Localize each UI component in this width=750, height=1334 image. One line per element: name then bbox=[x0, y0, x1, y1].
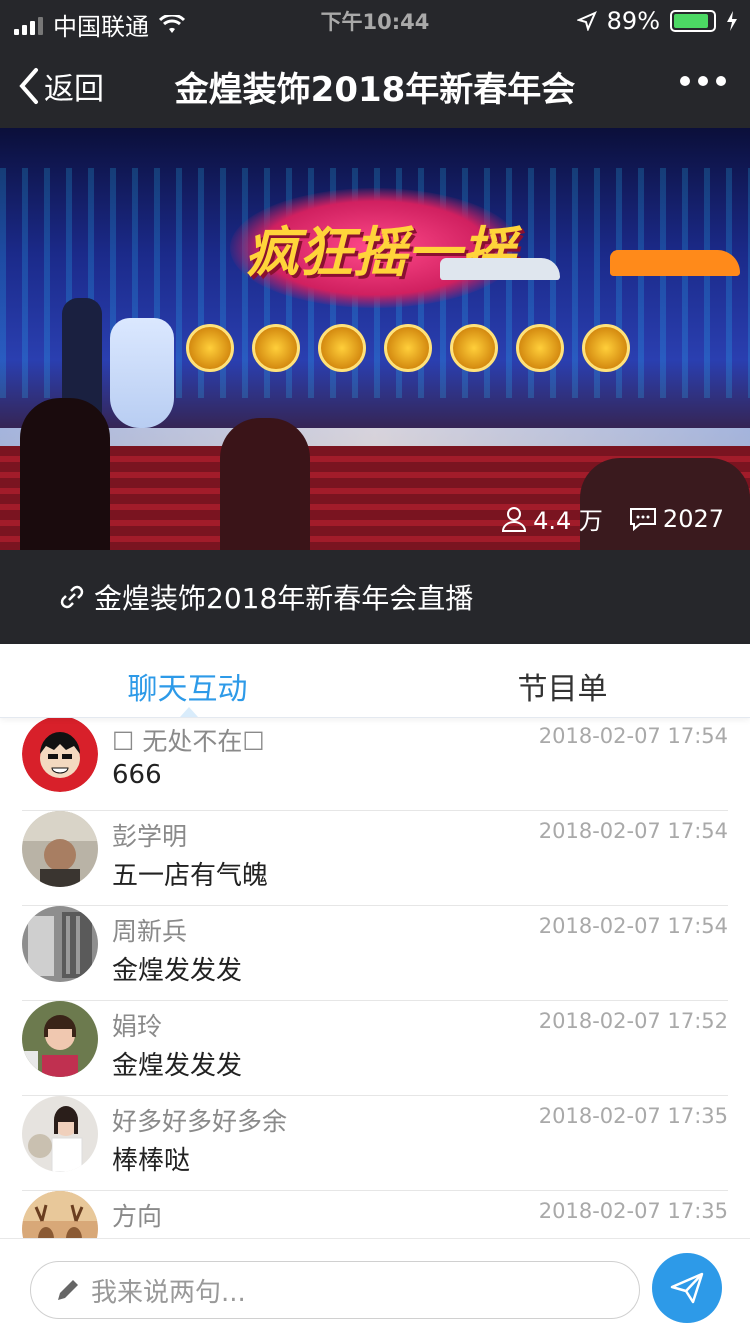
chat-timestamp: 2018-02-07 17:54 bbox=[538, 724, 728, 748]
car-graphic bbox=[610, 250, 740, 276]
page-title: 金煌装饰2018年新春年会 bbox=[174, 70, 576, 110]
chat-username: 娟玲 bbox=[112, 1012, 163, 1041]
avatar bbox=[22, 1096, 98, 1172]
chat-timestamp: 2018-02-07 17:52 bbox=[538, 1009, 728, 1033]
video-stats: 4.4 万 2027 bbox=[501, 501, 724, 536]
more-dot-icon bbox=[680, 76, 690, 86]
avatar bbox=[22, 718, 98, 792]
medal-icon bbox=[186, 324, 234, 372]
viewer-count-label: 4.4 万 bbox=[533, 507, 603, 535]
comment-count-label: 2027 bbox=[662, 504, 724, 533]
more-dot-icon bbox=[698, 76, 708, 86]
chat-username: 方向 bbox=[112, 1202, 163, 1231]
viewer-count: 4.4 万 bbox=[501, 501, 603, 536]
chat-item: 彭学明 2018-02-07 17:54 五一店有气魄 bbox=[22, 811, 728, 906]
audience-figure bbox=[220, 418, 310, 550]
more-button[interactable] bbox=[680, 76, 726, 86]
chat-timestamp: 2018-02-07 17:54 bbox=[538, 914, 728, 938]
avatar bbox=[22, 906, 98, 982]
more-dot-icon bbox=[716, 76, 726, 86]
chat-item: 好多好多好多余 2018-02-07 17:35 棒棒哒 bbox=[22, 1096, 728, 1191]
battery-percent: 89% bbox=[606, 7, 660, 35]
person-icon bbox=[502, 506, 527, 532]
comment-placeholder: 我来说两句... bbox=[91, 1277, 246, 1308]
tab-chat[interactable]: 聊天互动 bbox=[0, 664, 375, 708]
hostess-figure bbox=[110, 318, 174, 428]
chat-item: 娟玲 2018-02-07 17:52 金煌发发发 bbox=[22, 1001, 728, 1096]
location-arrow-icon bbox=[576, 11, 597, 31]
tab-program[interactable]: 节目单 bbox=[375, 664, 750, 708]
chat-item: 周新兵 2018-02-07 17:54 金煌发发发 bbox=[22, 906, 728, 1001]
chat-username: 彭学明 bbox=[112, 822, 188, 851]
chat-message: 金煌发发发 bbox=[112, 1051, 243, 1081]
medal-icon bbox=[450, 324, 498, 372]
medal-icon bbox=[252, 324, 300, 372]
medal-icon bbox=[582, 324, 630, 372]
comment-icon bbox=[629, 507, 656, 531]
chat-message: 棒棒哒 bbox=[112, 1146, 191, 1176]
live-video-player[interactable]: 疯狂摇一摇 4.4 万 2027 bbox=[0, 128, 750, 550]
comment-input-bar: 我来说两句... bbox=[0, 1238, 750, 1334]
avatar bbox=[22, 1001, 98, 1077]
chat-item: ☐ 无处不在☐ 2018-02-07 17:54 666 bbox=[22, 718, 728, 811]
live-link-text: 金煌装饰2018年新春年会直播 bbox=[94, 582, 474, 615]
status-bar: 中国联通 下午10:44 89% bbox=[0, 0, 750, 41]
medal-row bbox=[120, 324, 630, 372]
chat-message: 五一店有气魄 bbox=[112, 861, 269, 891]
chat-timestamp: 2018-02-07 17:35 bbox=[538, 1104, 728, 1128]
chat-timestamp: 2018-02-07 17:54 bbox=[538, 819, 728, 843]
tab-bar: 聊天互动 节目单 bbox=[0, 644, 750, 718]
live-link[interactable]: 金煌装饰2018年新春年会直播 bbox=[0, 550, 750, 644]
top-header: 中国联通 下午10:44 89% 返回 金煌装饰2018年新春年会 bbox=[0, 0, 750, 128]
chat-username: 周新兵 bbox=[112, 917, 188, 946]
avatar bbox=[22, 1191, 98, 1238]
stage-lights bbox=[0, 428, 750, 448]
nav-bar: 返回 金煌装饰2018年新春年会 bbox=[0, 40, 750, 128]
link-icon bbox=[60, 585, 84, 609]
battery-icon bbox=[670, 10, 716, 32]
comment-input[interactable]: 我来说两句... bbox=[30, 1261, 640, 1319]
chat-list[interactable]: ☐ 无处不在☐ 2018-02-07 17:54 666 彭学明 2018-02… bbox=[0, 718, 750, 1238]
chat-username: ☐ 无处不在☐ bbox=[112, 727, 265, 756]
avatar bbox=[22, 811, 98, 887]
battery-fill bbox=[674, 14, 708, 28]
chat-message: 666 bbox=[112, 760, 162, 790]
comment-count: 2027 bbox=[629, 505, 724, 533]
pencil-icon bbox=[58, 1280, 78, 1300]
audience-figure bbox=[20, 398, 110, 550]
chat-item: 方向 2018-02-07 17:35 bbox=[22, 1191, 728, 1238]
medal-icon bbox=[384, 324, 432, 372]
send-plane-icon bbox=[670, 1272, 704, 1304]
send-button[interactable] bbox=[652, 1253, 722, 1323]
medal-icon bbox=[318, 324, 366, 372]
charging-icon bbox=[727, 11, 737, 31]
medal-icon bbox=[516, 324, 564, 372]
chat-message: 金煌发发发 bbox=[112, 956, 243, 986]
chat-username: 好多好多好多余 bbox=[112, 1107, 288, 1136]
active-tab-indicator bbox=[180, 707, 198, 717]
chat-timestamp: 2018-02-07 17:35 bbox=[538, 1199, 728, 1223]
car-graphic bbox=[440, 258, 560, 280]
